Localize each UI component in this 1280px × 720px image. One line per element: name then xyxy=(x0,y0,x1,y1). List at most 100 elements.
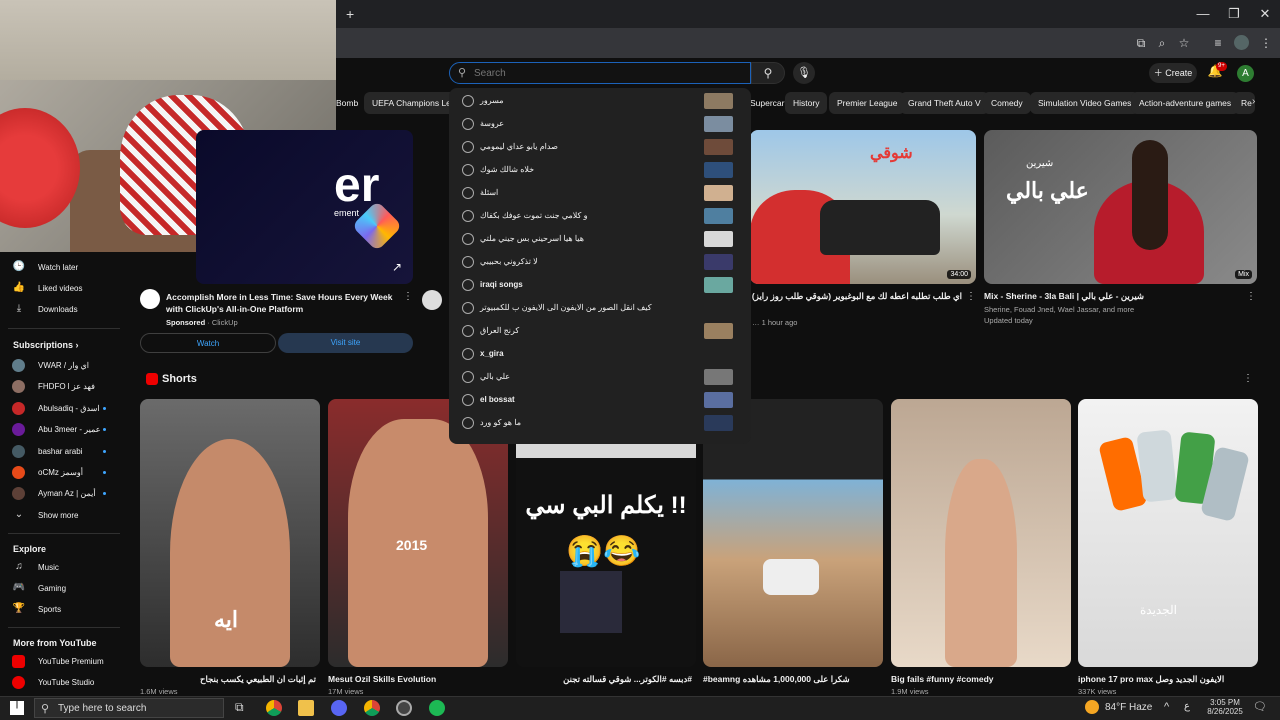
ad-watch-button[interactable]: Watch xyxy=(140,333,276,353)
chevron-right-icon[interactable]: › xyxy=(1252,96,1255,107)
sidebar-item-sports[interactable]: 🏆 Sports xyxy=(0,600,125,620)
bookmark-star-icon[interactable]: ☆ xyxy=(1176,36,1192,50)
suggestion-item[interactable]: اسئلة xyxy=(449,182,751,205)
suggestion-item[interactable]: كرنج العراق xyxy=(449,320,751,343)
subscription-item[interactable]: oCMz أوسمز xyxy=(0,463,125,483)
video-thumbnail[interactable]: شوقي 34:00 xyxy=(750,130,976,284)
suggestion-item[interactable]: عروسة xyxy=(449,113,751,136)
menu-icon[interactable]: ⋮ xyxy=(1258,36,1274,50)
more-options-icon[interactable]: ⋮ xyxy=(1246,291,1256,302)
mix-badge: Mix xyxy=(1235,270,1252,279)
chip[interactable]: Action-adventure games xyxy=(1131,92,1240,114)
suggestion-item[interactable]: el bossat xyxy=(449,389,751,412)
more-options-icon[interactable]: ⋮ xyxy=(403,291,413,302)
chrome-icon[interactable] xyxy=(266,700,282,716)
short-title[interactable]: Mesut Ozil Skills Evolution xyxy=(328,674,504,684)
suggestion-item[interactable]: و كلامي جنت تموت عوفك بكفاك xyxy=(449,205,751,228)
suggestion-item[interactable]: x_gira xyxy=(449,343,751,366)
subscription-item[interactable]: Ayman Az | أيمن xyxy=(0,484,125,504)
tab-search-icon[interactable]: ≡ xyxy=(1210,36,1226,50)
suggestion-text: اسئلة xyxy=(480,188,499,197)
search-button[interactable]: ⚲ xyxy=(751,62,785,84)
restore-icon[interactable]: ❐ xyxy=(1219,6,1249,22)
notification-badge: 9+ xyxy=(1216,62,1227,71)
more-options-icon[interactable]: ⋮ xyxy=(966,291,976,302)
app-icon[interactable] xyxy=(396,700,412,716)
sidebar-item-youtube-studio[interactable]: YouTube Studio xyxy=(0,673,125,693)
sidebar-item-music[interactable]: ♫ Music xyxy=(0,558,125,578)
short-title[interactable]: Big fails #funny #comedy xyxy=(891,674,1067,684)
subscriptions-heading[interactable]: Subscriptions › xyxy=(13,340,79,350)
chip[interactable]: History xyxy=(785,92,828,114)
file-explorer-icon[interactable] xyxy=(298,700,314,716)
subscription-item[interactable]: Abulsadiq - اسدق xyxy=(0,399,125,419)
chrome-icon[interactable] xyxy=(364,700,380,716)
show-more-button[interactable]: ⌄ Show more xyxy=(0,506,125,526)
minimize-icon[interactable]: — xyxy=(1188,6,1218,21)
suggestion-item[interactable]: iraqi songs xyxy=(449,274,751,297)
taskbar-search[interactable]: ⚲ Type here to search xyxy=(34,698,224,718)
video-title[interactable]: Mix - Sherine - 3la Bali | شيرين - علي ب… xyxy=(984,291,1234,302)
mix-thumbnail[interactable]: شيرين علي بالي Mix xyxy=(984,130,1257,284)
chip[interactable]: Premier League xyxy=(829,92,906,114)
short-thumbnail[interactable]: ايه xyxy=(140,399,320,667)
avatar[interactable] xyxy=(422,290,442,310)
task-view-icon[interactable]: ⧉ xyxy=(235,700,244,715)
avatar xyxy=(12,487,25,500)
chip[interactable]: Comedy xyxy=(983,92,1031,114)
new-tab-button[interactable]: + xyxy=(346,6,354,22)
zoom-icon[interactable]: ⌕ xyxy=(1154,36,1170,51)
advertiser-avatar[interactable] xyxy=(140,289,160,309)
chevron-up-icon[interactable]: ^ xyxy=(1164,701,1169,713)
suggestion-item[interactable]: صدام يابو عداي ليمومي xyxy=(449,136,751,159)
suggestion-item[interactable]: هيا هيا اسرحيني بس جيني ملتي xyxy=(449,228,751,251)
voice-search-button[interactable]: 🎙 xyxy=(793,62,815,84)
suggestion-item[interactable]: علي بالي xyxy=(449,366,751,389)
short-overlay-text: ايه xyxy=(214,607,239,632)
sidebar-item-watch-later[interactable]: 🕒 Watch later xyxy=(0,258,125,278)
suggestion-item[interactable]: كيف انقل الصور من الايفون الى الايفون ب … xyxy=(449,297,751,320)
suggestion-text: عروسة xyxy=(480,119,505,128)
suggestion-item[interactable]: مسرور xyxy=(449,90,751,113)
thumbs-up-icon: 👍 xyxy=(12,282,26,293)
notifications-icon[interactable]: 🗨 xyxy=(1253,700,1267,713)
subscription-item[interactable]: FHDFO l فهد عز xyxy=(0,377,125,397)
ad-visit-site-button[interactable]: Visit site xyxy=(278,333,413,353)
suggestion-item[interactable]: لا تذكروني بحبيبي xyxy=(449,251,751,274)
create-button[interactable]: ＋ Create xyxy=(1149,63,1197,83)
ad-thumbnail[interactable]: er ement ↗ xyxy=(196,130,413,284)
subscription-item[interactable]: VWAR / اي وار xyxy=(0,356,125,376)
ad-title[interactable]: Accomplish More in Less Time: Save Hours… xyxy=(166,291,402,315)
sidebar-item-youtube-premium[interactable]: YouTube Premium xyxy=(0,652,125,672)
video-title[interactable]: اي طلب تطلبه اعطه لك مع البوغبوير (شوقي … xyxy=(752,291,962,302)
short-title[interactable]: iphone 17 pro max الايفون الجديد وصل xyxy=(1078,674,1238,685)
short-title[interactable]: تم إثبات ان الطبيعي يكسب بنجاح xyxy=(140,674,316,685)
weather-text[interactable]: 84°F Haze xyxy=(1105,702,1152,713)
subscription-item[interactable]: bashar arabi xyxy=(0,442,125,462)
subscription-label: oCMz أوسمز xyxy=(38,468,83,477)
short-thumbnail[interactable] xyxy=(891,399,1071,667)
short-thumbnail[interactable]: الجديدة xyxy=(1078,399,1258,667)
account-avatar[interactable]: A xyxy=(1237,65,1254,82)
sidebar-item-gaming[interactable]: 🎮 Gaming xyxy=(0,579,125,599)
discord-icon[interactable] xyxy=(331,700,347,716)
chip[interactable]: Grand Theft Auto V xyxy=(900,92,989,114)
app-icon[interactable] xyxy=(429,700,445,716)
search-input[interactable] xyxy=(474,65,734,81)
suggestion-item[interactable]: ما هو كو ورد xyxy=(449,412,751,435)
suggestion-item[interactable]: خلاه شالك شوك xyxy=(449,159,751,182)
short-title[interactable]: #beamng شكرا على 1,000,000 مشاهده xyxy=(703,674,879,685)
cast-icon[interactable]: ⧉ xyxy=(1133,36,1149,51)
windows-start-icon[interactable] xyxy=(10,701,24,715)
search-box[interactable]: ⚲ xyxy=(449,62,751,84)
close-icon[interactable]: ✕ xyxy=(1250,6,1280,22)
short-title[interactable]: #دبسه #الكوتر... شوقي قسالته تجنن xyxy=(516,674,692,685)
sidebar-item-downloads[interactable]: ⤓ Downloads xyxy=(0,300,125,320)
clock[interactable]: 3:05 PM 8/26/2025 xyxy=(1202,698,1248,716)
chip[interactable]: Simulation Video Games xyxy=(1030,92,1140,114)
profile-icon[interactable] xyxy=(1234,35,1249,50)
more-options-icon[interactable]: ⋮ xyxy=(1243,373,1253,384)
subscription-item[interactable]: Abu 3meer - عمير xyxy=(0,420,125,440)
sidebar-item-liked-videos[interactable]: 👍 Liked videos xyxy=(0,279,125,299)
input-language[interactable]: ع xyxy=(1184,701,1190,712)
